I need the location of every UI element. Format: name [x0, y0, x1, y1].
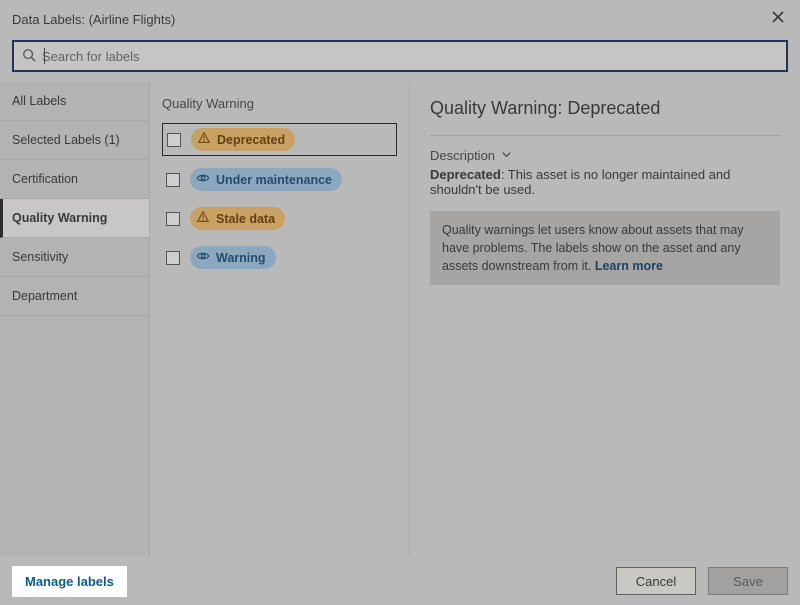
category-sidebar: All Labels Selected Labels (1) Certifica… [0, 82, 150, 557]
close-icon[interactable] [768, 9, 788, 29]
label-pill: Under maintenance [190, 168, 342, 191]
warning-triangle-icon [197, 131, 211, 148]
sidebar-item-certification[interactable]: Certification [0, 160, 149, 199]
separator [430, 135, 780, 136]
description-toggle[interactable]: Description [430, 148, 780, 163]
label-row-deprecated[interactable]: Deprecated [162, 123, 397, 156]
checkbox[interactable] [167, 133, 181, 147]
label-text: Deprecated [217, 133, 285, 147]
save-button[interactable]: Save [708, 567, 788, 595]
info-text: Quality warnings let users know about as… [442, 223, 744, 273]
checkbox[interactable] [166, 173, 180, 187]
chevron-down-icon [501, 148, 512, 163]
label-pill: Deprecated [191, 128, 295, 151]
detail-title: Quality Warning: Deprecated [430, 98, 780, 119]
sidebar-item-quality-warning[interactable]: Quality Warning [0, 199, 149, 238]
description-label: Description [430, 148, 495, 163]
label-row-under-maintenance[interactable]: Under maintenance [162, 164, 397, 195]
label-text: Warning [216, 251, 266, 265]
cancel-button[interactable]: Cancel [616, 567, 696, 595]
warning-triangle-icon [196, 210, 210, 227]
sidebar-item-all-labels[interactable]: All Labels [0, 82, 149, 121]
search-input[interactable] [12, 40, 788, 72]
learn-more-link[interactable]: Learn more [595, 259, 663, 273]
label-pill: Warning [190, 246, 276, 269]
label-pill: Stale data [190, 207, 285, 230]
checkbox[interactable] [166, 212, 180, 226]
eye-icon [196, 171, 210, 188]
sidebar-item-selected-labels[interactable]: Selected Labels (1) [0, 121, 149, 160]
manage-labels-link[interactable]: Manage labels [12, 566, 127, 597]
label-row-warning[interactable]: Warning [162, 242, 397, 273]
sidebar-item-department[interactable]: Department [0, 277, 149, 316]
checkbox[interactable] [166, 251, 180, 265]
labels-list-heading: Quality Warning [162, 96, 397, 111]
label-text: Stale data [216, 212, 275, 226]
description-text: Deprecated: This asset is no longer main… [430, 167, 780, 197]
search-icon [22, 48, 36, 65]
label-row-stale-data[interactable]: Stale data [162, 203, 397, 234]
sidebar-item-sensitivity[interactable]: Sensitivity [0, 238, 149, 277]
eye-icon [196, 249, 210, 266]
dialog-title: Data Labels: (Airline Flights) [12, 12, 175, 27]
search-field[interactable] [36, 48, 778, 65]
info-box: Quality warnings let users know about as… [430, 211, 780, 285]
label-text: Under maintenance [216, 173, 332, 187]
